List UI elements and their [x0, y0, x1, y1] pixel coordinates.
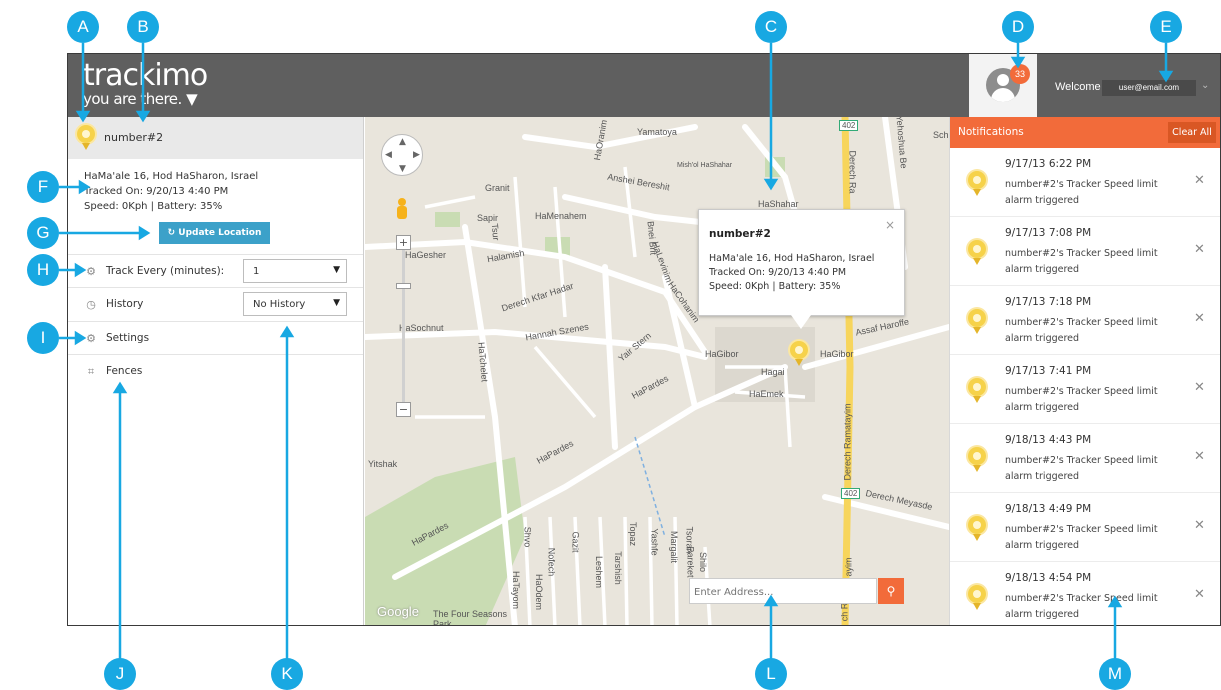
callout-j: J [104, 658, 136, 690]
callout-b: B [127, 11, 159, 43]
callout-l: L [755, 658, 787, 690]
callout-i: I [27, 322, 59, 354]
callout-d: D [1002, 11, 1034, 43]
callout-k: K [271, 658, 303, 690]
callout-c: C [755, 11, 787, 43]
callout-g: G [27, 217, 59, 249]
callout-f: F [27, 171, 59, 203]
callout-e: E [1150, 11, 1182, 43]
callout-a: A [67, 11, 99, 43]
callout-h: H [27, 254, 59, 286]
callout-m: M [1099, 658, 1131, 690]
callout-arrows [59, 43, 1174, 662]
